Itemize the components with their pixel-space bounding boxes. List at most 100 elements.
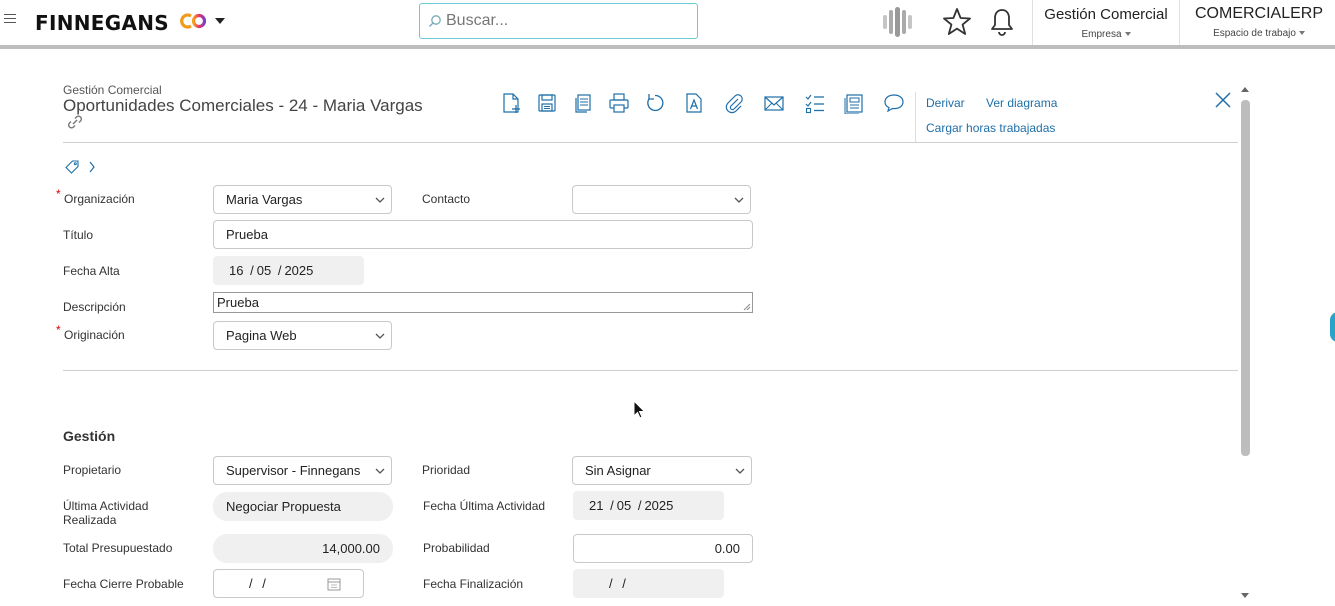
ultima-actividad-label: Última Actividad Realizada [63,499,149,527]
fecha-ultima-actividad-label: Fecha Última Actividad [423,499,546,513]
probabilidad-label: Probabilidad [423,541,490,555]
required-marker: * [56,323,61,337]
fecha-ultima-actividad-year: 2025 [644,498,674,513]
ultima-actividad-field: Negociar Propuesta [213,492,393,521]
assistant-icon[interactable] [882,6,916,38]
attachment-icon[interactable] [723,92,745,114]
chevron-down-icon [735,468,745,474]
fecha-cierre-probable-input[interactable]: / / [213,569,364,598]
toolbar-divider [915,92,916,142]
chevron-down-icon [1124,32,1131,37]
prioridad-label: Prioridad [422,463,471,477]
checklist-icon[interactable] [804,92,826,114]
divider [1032,0,1033,45]
header-divider [63,142,1238,143]
save-icon[interactable] [536,92,558,114]
total-presupuestado-value: 14,000.00 [322,541,380,556]
propietario-select[interactable]: Supervisor - Finnegans [213,456,392,485]
link-icon[interactable] [66,115,84,131]
log-hours-link[interactable]: Cargar horas trabajadas [926,121,1055,135]
chevron-down-icon [375,333,385,339]
descripcion-label: Descripción [63,300,126,314]
organizacion-value: Maria Vargas [226,192,303,207]
total-presupuestado-field: 14,000.00 [213,534,393,563]
text-document-icon[interactable] [683,92,705,114]
chevron-down-icon [1298,31,1305,36]
fecha-alta-day: 16 [229,263,244,278]
contacto-label: Contacto [422,192,471,206]
fecha-ultima-actividad-month: 05 [616,498,632,513]
fecha-cierre-probable-label: Fecha Cierre Probable [63,577,184,591]
section-title-gestion: Gestión [63,428,116,444]
organizacion-label: Organización [64,192,135,206]
star-icon[interactable] [942,7,972,37]
module-selector[interactable]: Gestión Comercial Empresa [1036,0,1176,45]
help-bubble-button[interactable] [1330,312,1335,342]
prioridad-select[interactable]: Sin Asignar [572,456,752,485]
titulo-label: Título [63,228,94,242]
chevron-down-icon [375,468,385,474]
prioridad-value: Sin Asignar [585,463,651,478]
fecha-ultima-actividad-field: 21 /05 /2025 [573,491,724,520]
bell-icon[interactable] [989,7,1015,37]
fecha-alta-year: 2025 [284,263,314,278]
scroll-up-icon[interactable] [1241,87,1249,92]
resize-handle-icon[interactable] [743,303,751,311]
print-icon[interactable] [608,92,630,114]
module-selector-sub: Empresa [1081,29,1122,40]
titulo-value: Prueba [226,227,268,242]
propietario-value: Supervisor - Finnegans [226,463,361,478]
originacion-select[interactable]: Pagina Web [213,321,392,350]
divider [1179,0,1180,45]
fecha-ultima-actividad-day: 21 [589,498,604,513]
copy-icon[interactable] [572,92,594,114]
workspace-selector[interactable]: COMERCIALERP Espacio de trabajo [1183,0,1335,45]
new-document-icon[interactable] [500,92,522,114]
fecha-cierre-probable-value: / / [249,576,266,591]
titulo-input[interactable]: Prueba [213,220,753,249]
search-box[interactable] [419,3,698,39]
view-diagram-link[interactable]: Ver diagrama [986,96,1057,110]
tag-icon[interactable] [64,159,80,175]
comment-icon[interactable] [883,92,905,114]
top-bar-shadow [0,45,1335,49]
originacion-value: Pagina Web [226,328,297,343]
page-title: Oportunidades Comerciales - 24 - Maria V… [63,96,423,115]
organizacion-select[interactable]: Maria Vargas [213,185,392,214]
notes-icon[interactable] [843,92,865,114]
propietario-label: Propietario [63,463,122,477]
derivar-link[interactable]: Derivar [926,96,965,110]
refresh-icon[interactable] [644,92,666,114]
workspace-selector-label: COMERCIALERP [1194,5,1324,22]
scroll-down-icon[interactable] [1241,593,1249,598]
brand-dropdown-icon[interactable] [215,18,225,24]
mouse-cursor-icon [633,400,646,419]
calendar-icon[interactable] [327,577,341,591]
total-presupuestado-label: Total Presupuestado [63,541,173,555]
hamburger-menu-icon[interactable] [4,14,16,28]
email-icon[interactable] [763,92,785,114]
descripcion-value: Prueba [217,295,259,310]
scrollbar-thumb[interactable] [1241,100,1250,456]
workspace-selector-sub: Espacio de trabajo [1213,28,1296,39]
probabilidad-input[interactable]: 0.00 [573,534,753,563]
descripcion-textarea[interactable]: Prueba [213,292,753,313]
close-icon[interactable] [1214,91,1232,109]
ultima-actividad-value: Negociar Propuesta [226,499,341,514]
module-selector-label: Gestión Comercial [1044,6,1168,23]
fecha-alta-label: Fecha Alta [63,264,120,278]
contacto-select[interactable] [572,185,751,214]
top-bar: FINNEGANS Gestión Comercial Empresa COME… [0,0,1335,45]
section-divider [63,370,1238,371]
fecha-alta-month: 05 [256,263,272,278]
required-marker: * [56,187,61,201]
probabilidad-value: 0.00 [714,541,740,556]
fecha-finalizacion-field: / / [573,569,724,598]
module-label: Gestión Comercial [63,83,162,97]
fecha-alta-field: 16 /05 /2025 [213,256,364,285]
chevron-down-icon [375,197,385,203]
chevron-right-icon[interactable] [87,159,97,175]
fecha-finalizacion-value: / / [609,576,626,591]
brand-logo[interactable]: FINNEGANS [35,11,169,35]
search-input[interactable] [446,4,694,38]
